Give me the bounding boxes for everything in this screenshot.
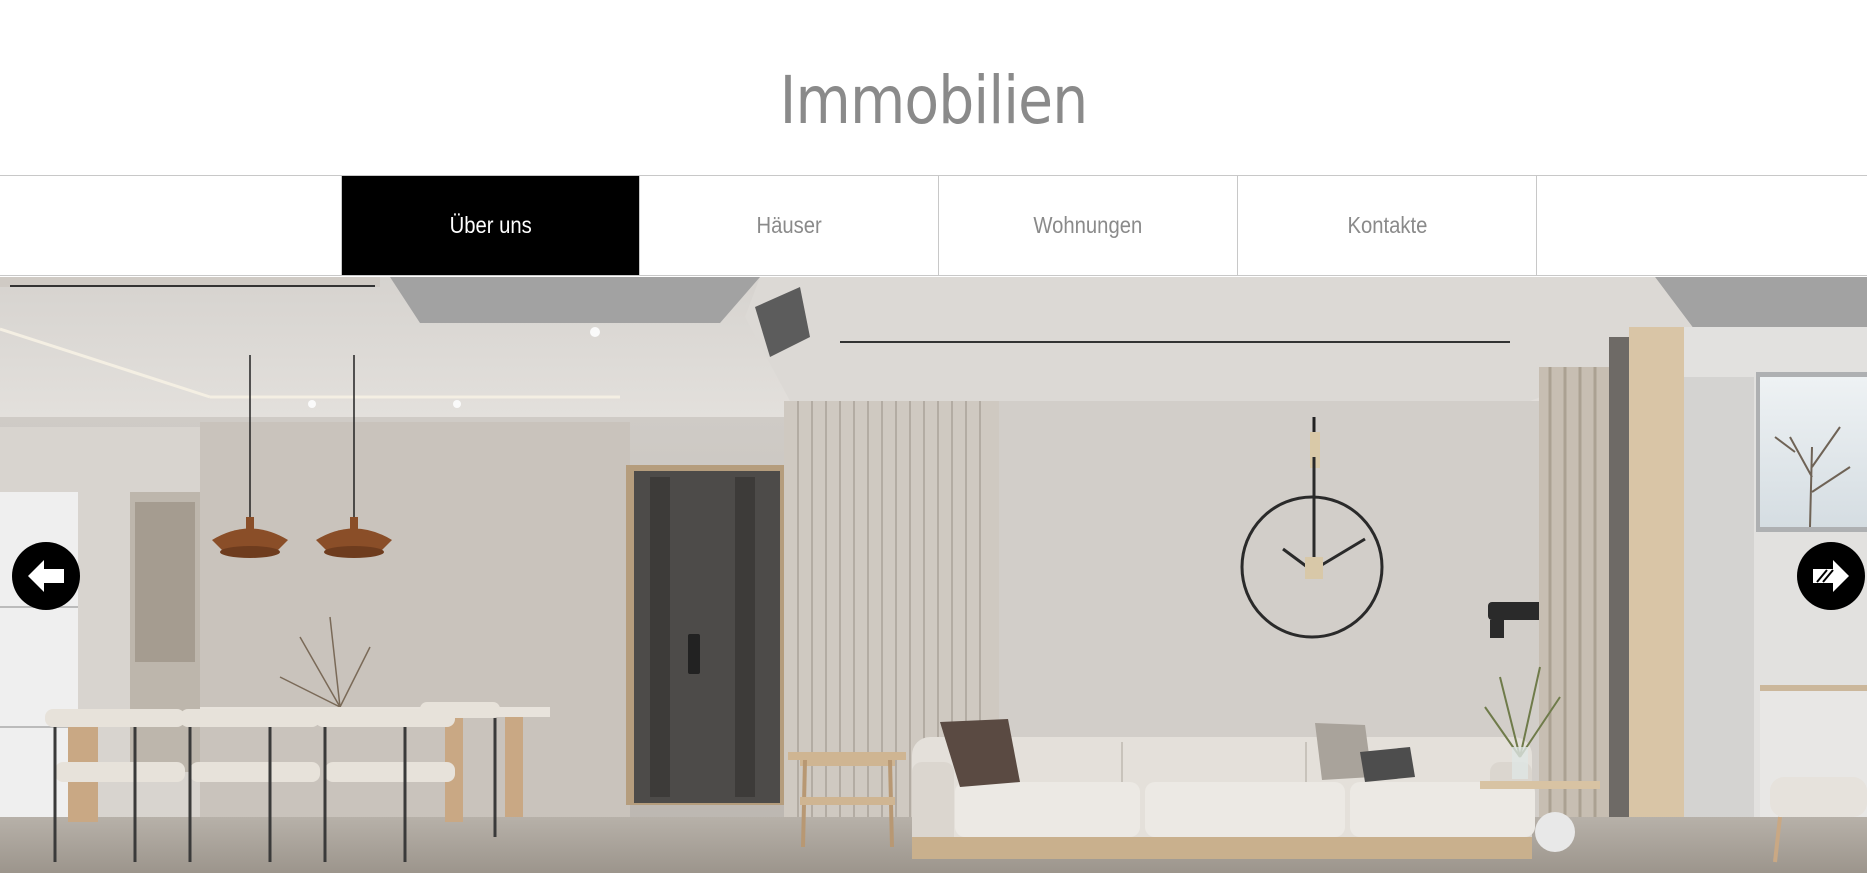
nav-item-wohnungen[interactable]: Wohnungen (939, 176, 1238, 275)
nav-item-label: Häuser (756, 212, 822, 238)
nav-item-label: Kontakte (1347, 212, 1427, 238)
arrow-right-icon (1813, 560, 1849, 592)
image-slider (0, 277, 1867, 873)
slider-next-button[interactable] (1797, 542, 1865, 610)
nav-item-haeuser[interactable]: Häuser (640, 176, 939, 275)
nav-item-label: Über uns (449, 212, 532, 238)
slider-prev-button[interactable] (12, 542, 80, 610)
site-header: Immobilien (0, 0, 1867, 175)
nav-item-label: Wohnungen (1033, 212, 1143, 238)
nav-item-kontakte[interactable]: Kontakte (1238, 176, 1537, 275)
nav-item-ueber-uns[interactable]: Über uns (341, 176, 640, 275)
arrow-left-icon (28, 560, 64, 592)
main-navigation: Über uns Häuser Wohnungen Kontakte (0, 175, 1867, 276)
site-title: Immobilien (779, 62, 1089, 139)
slider-image (0, 277, 1867, 873)
